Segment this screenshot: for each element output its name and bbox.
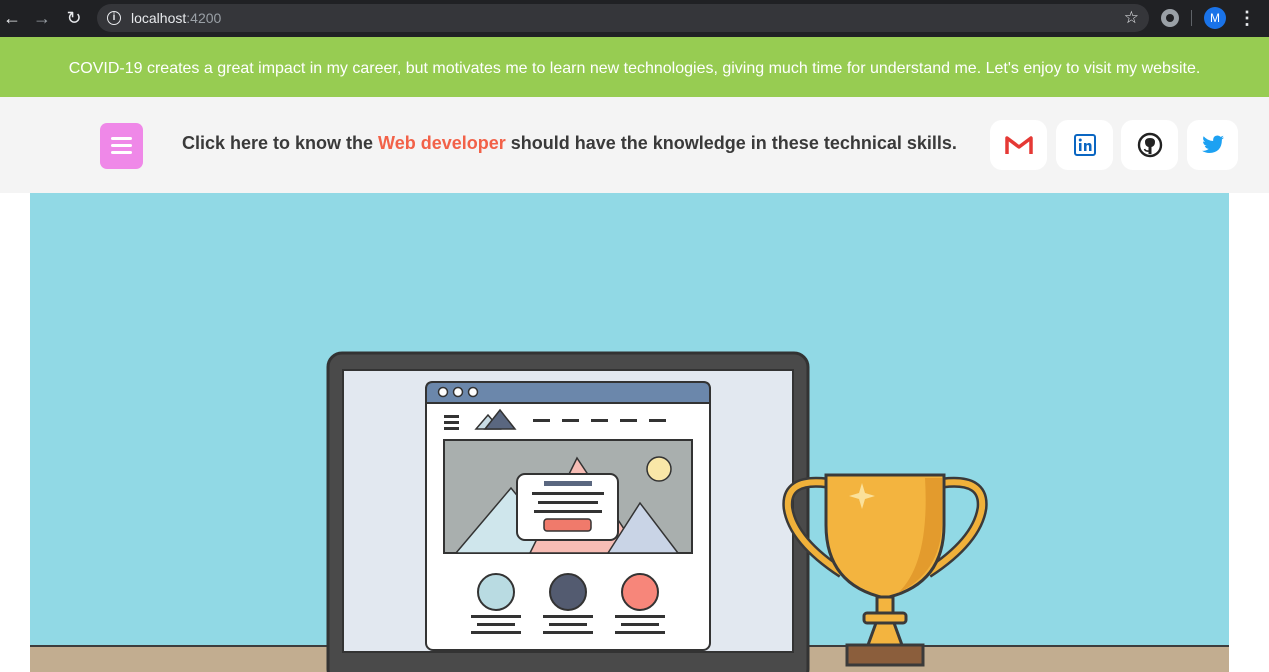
browser-toolbar: ← → ↻ i localhost:4200 ☆ M ⋮	[0, 0, 1269, 37]
trophy-icon	[782, 473, 988, 667]
github-icon	[1137, 132, 1162, 158]
address-bar[interactable]: i localhost:4200 ☆	[97, 4, 1149, 32]
bookmark-star-icon[interactable]: ☆	[1124, 4, 1139, 32]
announcement-banner: COVID-19 creates a great impact in my ca…	[0, 37, 1269, 97]
forward-arrow-icon[interactable]: →	[30, 6, 54, 30]
laptop-icon	[326, 351, 810, 672]
extension-icon[interactable]	[1161, 9, 1179, 27]
linkedin-button[interactable]	[1056, 120, 1113, 170]
browser-menu-icon[interactable]: ⋮	[1238, 4, 1256, 32]
twitter-icon	[1201, 135, 1224, 153]
back-arrow-icon[interactable]: ←	[0, 6, 24, 30]
toolbar-separator	[1191, 10, 1192, 26]
url-port: :4200	[186, 10, 222, 26]
linkedin-icon	[1073, 134, 1096, 156]
info-icon[interactable]: i	[107, 11, 121, 25]
skills-text-end: should have the knowledge in these techn…	[505, 133, 957, 153]
skills-highlight: Web developer	[378, 133, 506, 153]
skills-text-start: Click here to know the	[182, 133, 379, 153]
hamburger-line	[111, 151, 132, 154]
hero-illustration	[30, 193, 1229, 672]
menu-button[interactable]	[100, 123, 143, 169]
site-header: Click here to know the Web developer sho…	[0, 97, 1269, 193]
profile-avatar[interactable]: M	[1204, 7, 1226, 29]
gmail-button[interactable]	[990, 120, 1047, 170]
url-host: localhost	[131, 10, 187, 26]
hamburger-line	[111, 137, 132, 140]
laptop-trophy-illustration	[326, 351, 988, 672]
hamburger-line	[111, 144, 132, 147]
twitter-button[interactable]	[1187, 120, 1238, 170]
skills-link-text[interactable]: Click here to know the Web developer sho…	[182, 133, 957, 154]
gmail-icon	[1004, 136, 1033, 154]
url-text: localhost:4200	[131, 4, 221, 32]
github-button[interactable]	[1121, 120, 1178, 170]
reload-icon[interactable]: ↻	[62, 6, 86, 30]
